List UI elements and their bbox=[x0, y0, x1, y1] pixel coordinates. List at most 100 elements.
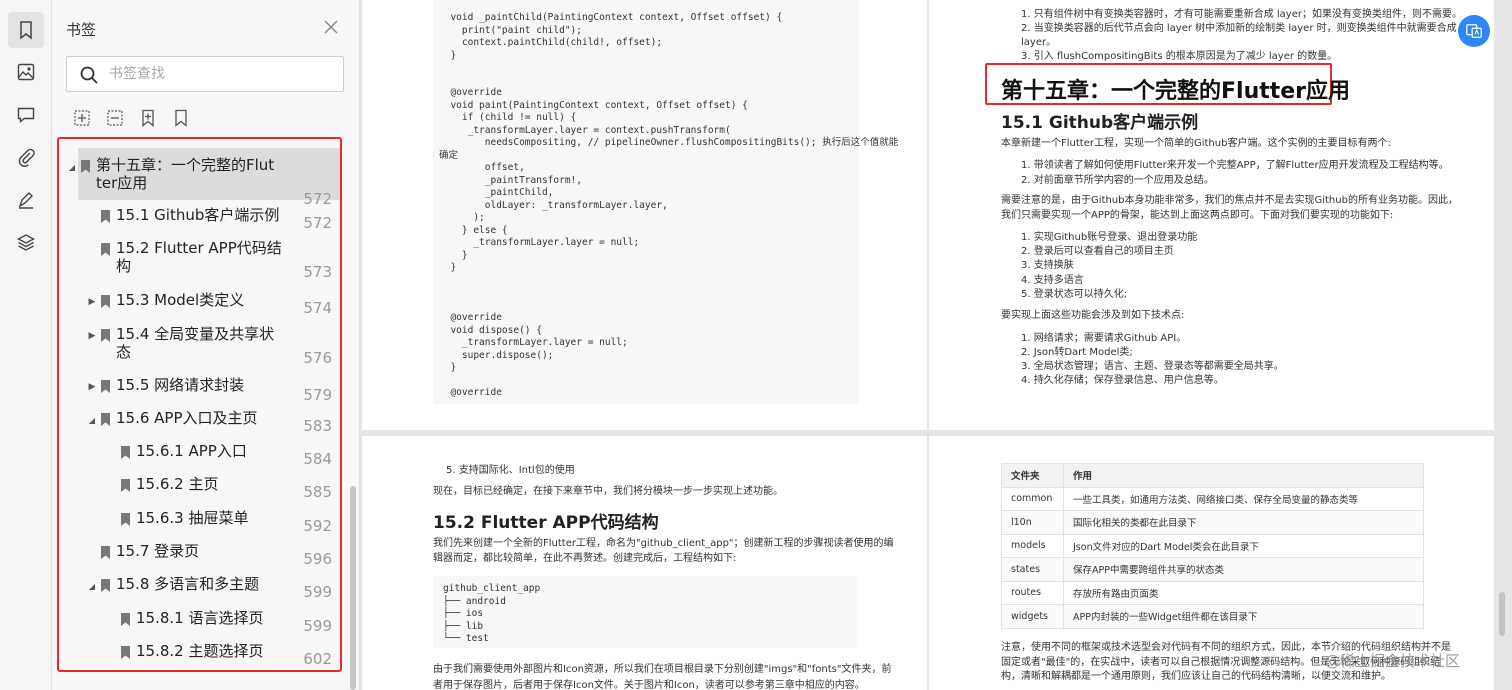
bookmark-label-line: 15.6 APP入口及主页 bbox=[116, 409, 258, 427]
collapse-caret-icon[interactable]: ◢ bbox=[66, 156, 78, 178]
page-top-left: void _paintChild(PaintingContext context… bbox=[362, 0, 927, 430]
bookmark-label-line: 15.3 Model类定义 bbox=[116, 291, 245, 309]
list-item: 4. 支持多语言 bbox=[1021, 275, 1084, 286]
table-cell: models bbox=[1001, 533, 1064, 558]
search-input[interactable] bbox=[109, 63, 329, 85]
attachment-icon[interactable] bbox=[8, 139, 44, 175]
paragraph: 由于我们需要使用外部图片和Icon资源，所以我们在项目根目录下分别创建"imgs… bbox=[433, 664, 892, 675]
bookmark-page-number: 579 bbox=[303, 386, 332, 404]
layers-icon[interactable] bbox=[8, 224, 44, 260]
sidebar-scrollbar[interactable] bbox=[350, 486, 356, 690]
viewer-scrollbar[interactable] bbox=[1499, 592, 1505, 636]
panel-title: 书签 bbox=[66, 21, 97, 39]
list-item: 1. 带领读者了解如何使用Flutter来开发一个完整APP，了解Flutter… bbox=[1021, 160, 1449, 171]
bookmark-icon bbox=[121, 446, 130, 459]
list-item: 1. 实现Github账号登录、退出登录功能 bbox=[1021, 232, 1198, 243]
comment-icon[interactable] bbox=[8, 97, 44, 133]
add-bookmark-icon[interactable] bbox=[72, 108, 92, 128]
bookmark-label: 15.6.2 主页 bbox=[136, 475, 218, 493]
table-row: models Json文件对应的Dart Model类会在此目录下 bbox=[1001, 533, 1424, 558]
tool-rail bbox=[0, 0, 52, 690]
bookmark-label-line: 15.4 全局变量及共享状 bbox=[116, 325, 275, 343]
bookmark-label-line: 15.8 多语言和多主题 bbox=[116, 575, 260, 593]
bookmark-label-line: 15.6.1 APP入口 bbox=[136, 442, 247, 460]
bookmark-label-line: 15.6.2 主页 bbox=[136, 475, 219, 493]
bookmark-page-number: 572 bbox=[303, 190, 332, 208]
paragraph: 要实现上面这些功能会涉及到如下技术点: bbox=[1001, 310, 1185, 321]
table-row: routes 存放所有路由页面类 bbox=[1001, 580, 1424, 605]
table-cell: 保存APP中需要跨组件共享的状态类 bbox=[1063, 557, 1424, 582]
table-cell: widgets bbox=[1001, 604, 1064, 629]
expand-caret-icon[interactable]: ▶ bbox=[86, 376, 98, 398]
bookmark-icon bbox=[81, 160, 90, 173]
column-header: 文件夹 bbox=[1001, 463, 1064, 488]
bookmark-label: 15.6.1 APP入口 bbox=[136, 442, 247, 460]
column-header: 作用 bbox=[1063, 463, 1424, 488]
code-block: void _paintChild(PaintingContext context… bbox=[433, 0, 898, 404]
paragraph: 我们先来创建一个全新的Flutter工程，命名为"github_client_a… bbox=[433, 538, 894, 549]
bookmark-label: 15.8 多语言和多主题 bbox=[116, 575, 259, 593]
table-cell: 国际化相关的类都在此目录下 bbox=[1063, 510, 1424, 535]
bookmark-icon bbox=[101, 329, 110, 342]
collapse-caret-icon[interactable]: ◢ bbox=[86, 575, 98, 597]
table-row: widgets APP内封装的一些Widget组件都在该目录下 bbox=[1001, 604, 1424, 629]
paragraph: 需要注意的是，由于Github本身功能非常多，我们的焦点并不是去实现Github… bbox=[1001, 195, 1458, 206]
bookmark-label: 第十五章：一个完整的Flut ter应用 bbox=[96, 156, 274, 192]
bookmark-search[interactable] bbox=[66, 56, 344, 92]
list-item: 2. 对前面章节所学内容的一个应用及总结。 bbox=[1021, 175, 1214, 186]
document-viewer: void _paintChild(PaintingContext context… bbox=[360, 0, 1512, 690]
bookmark-label-line: 15.6.3 抽屉菜单 bbox=[136, 509, 249, 527]
bookmark-label: 15.6 APP入口及主页 bbox=[116, 409, 258, 427]
list-item: 3. 全局状态管理；语言、主题、登录态等都需要全局共享。 bbox=[1021, 361, 1284, 372]
bookmark-icon bbox=[101, 546, 110, 559]
bookmark-icon bbox=[121, 479, 130, 492]
table-cell: Json文件对应的Dart Model类会在此目录下 bbox=[1063, 533, 1424, 558]
table-cell: states bbox=[1001, 557, 1064, 582]
bookmark-label-line: ter应用 bbox=[96, 174, 148, 192]
close-icon[interactable] bbox=[322, 18, 340, 36]
bookmark-label-line: 15.8.1 语言选择页 bbox=[136, 609, 264, 627]
bookmark-page-number: 602 bbox=[303, 650, 332, 668]
list-item: 2. 当变换类容器的后代节点会向 layer 树中添加新的绘制类 layer 时… bbox=[1021, 23, 1457, 34]
signature-icon[interactable] bbox=[8, 182, 44, 218]
bookmark-icon bbox=[101, 579, 110, 592]
search-icon bbox=[80, 66, 98, 84]
list-item: 4. 持久化存储；保存登录信息、用户信息等。 bbox=[1021, 375, 1224, 386]
bookmark-outline-icon[interactable] bbox=[171, 108, 191, 128]
table-row: common 一些工具类，如通用方法类、网络接口类、保存全局变量的静态类等 bbox=[1001, 486, 1424, 511]
collapse-caret-icon[interactable]: ◢ bbox=[86, 409, 98, 431]
table-row: l10n 国际化相关的类都在此目录下 bbox=[1001, 510, 1424, 535]
remove-bookmark-icon[interactable] bbox=[105, 108, 125, 128]
page-top-right: 1. 只有组件树中有变换类容器时，才有可能需要重新合成 layer；如果没有变换… bbox=[929, 0, 1494, 430]
table-row: states 保存APP中需要跨组件共享的状态类 bbox=[1001, 557, 1424, 582]
table-cell: l10n bbox=[1001, 510, 1064, 535]
bookmark-label: 15.6.3 抽屉菜单 bbox=[136, 509, 248, 527]
translate-icon[interactable] bbox=[1458, 15, 1490, 47]
new-bookmark-icon[interactable] bbox=[138, 108, 158, 128]
image-icon[interactable] bbox=[8, 54, 44, 90]
bookmark-label: 15.1 Github客户端示例 bbox=[116, 206, 279, 224]
table-cell: common bbox=[1001, 486, 1064, 511]
folder-table: 文件夹 作用 common 一些工具类，如通用方法类、网络接口类、保存全局变量的静… bbox=[1001, 463, 1424, 629]
table-cell: 一些工具类，如通用方法类、网络接口类、保存全局变量的静态类等 bbox=[1063, 486, 1424, 511]
bookmark-icon bbox=[101, 243, 110, 256]
paragraph: 我们只需要实现一个APP的骨架，能达到上面这两点即可。下面对我们要实现的功能如下… bbox=[1001, 210, 1394, 221]
paragraph: 现在，目标已经确定，在接下来章节中，我们将分模块一步一步实现上述功能。 bbox=[433, 486, 783, 497]
bookmark-icon bbox=[121, 513, 130, 526]
bookmark-page-number: 574 bbox=[303, 299, 332, 317]
bookmark-label-line: 第十五章：一个完整的Flut bbox=[96, 156, 275, 174]
list-item: 2. Json转Dart Model类; bbox=[1021, 347, 1133, 358]
list-item: 2. 登录后可以查看自己的项目主页 bbox=[1021, 246, 1174, 257]
bookmark-icon bbox=[101, 210, 110, 223]
table-cell: 存放所有路由页面类 bbox=[1063, 580, 1424, 605]
paragraph: 构，清晰和解耦都是一个通用原则，我们应该让自己的代码结构清晰，以便交流和维护。 bbox=[1001, 671, 1391, 682]
expand-caret-icon[interactable]: ▶ bbox=[86, 325, 98, 347]
bookmark-page-number: 599 bbox=[303, 617, 332, 635]
bookmark-page-number: 583 bbox=[303, 417, 332, 435]
paragraph: 本章新建一个Flutter工程，实现一个简单的Github客户端。这个实例的主要… bbox=[1001, 138, 1391, 149]
bookmark-page-number: 585 bbox=[303, 483, 332, 501]
list-item: 1. 只有组件树中有变换类容器时，才有可能需要重新合成 layer；如果没有变换… bbox=[1021, 9, 1462, 20]
expand-caret-icon[interactable]: ▶ bbox=[86, 291, 98, 313]
bookmark-label: 15.8.1 语言选择页 bbox=[136, 609, 263, 627]
bookmark-icon[interactable] bbox=[8, 12, 44, 48]
